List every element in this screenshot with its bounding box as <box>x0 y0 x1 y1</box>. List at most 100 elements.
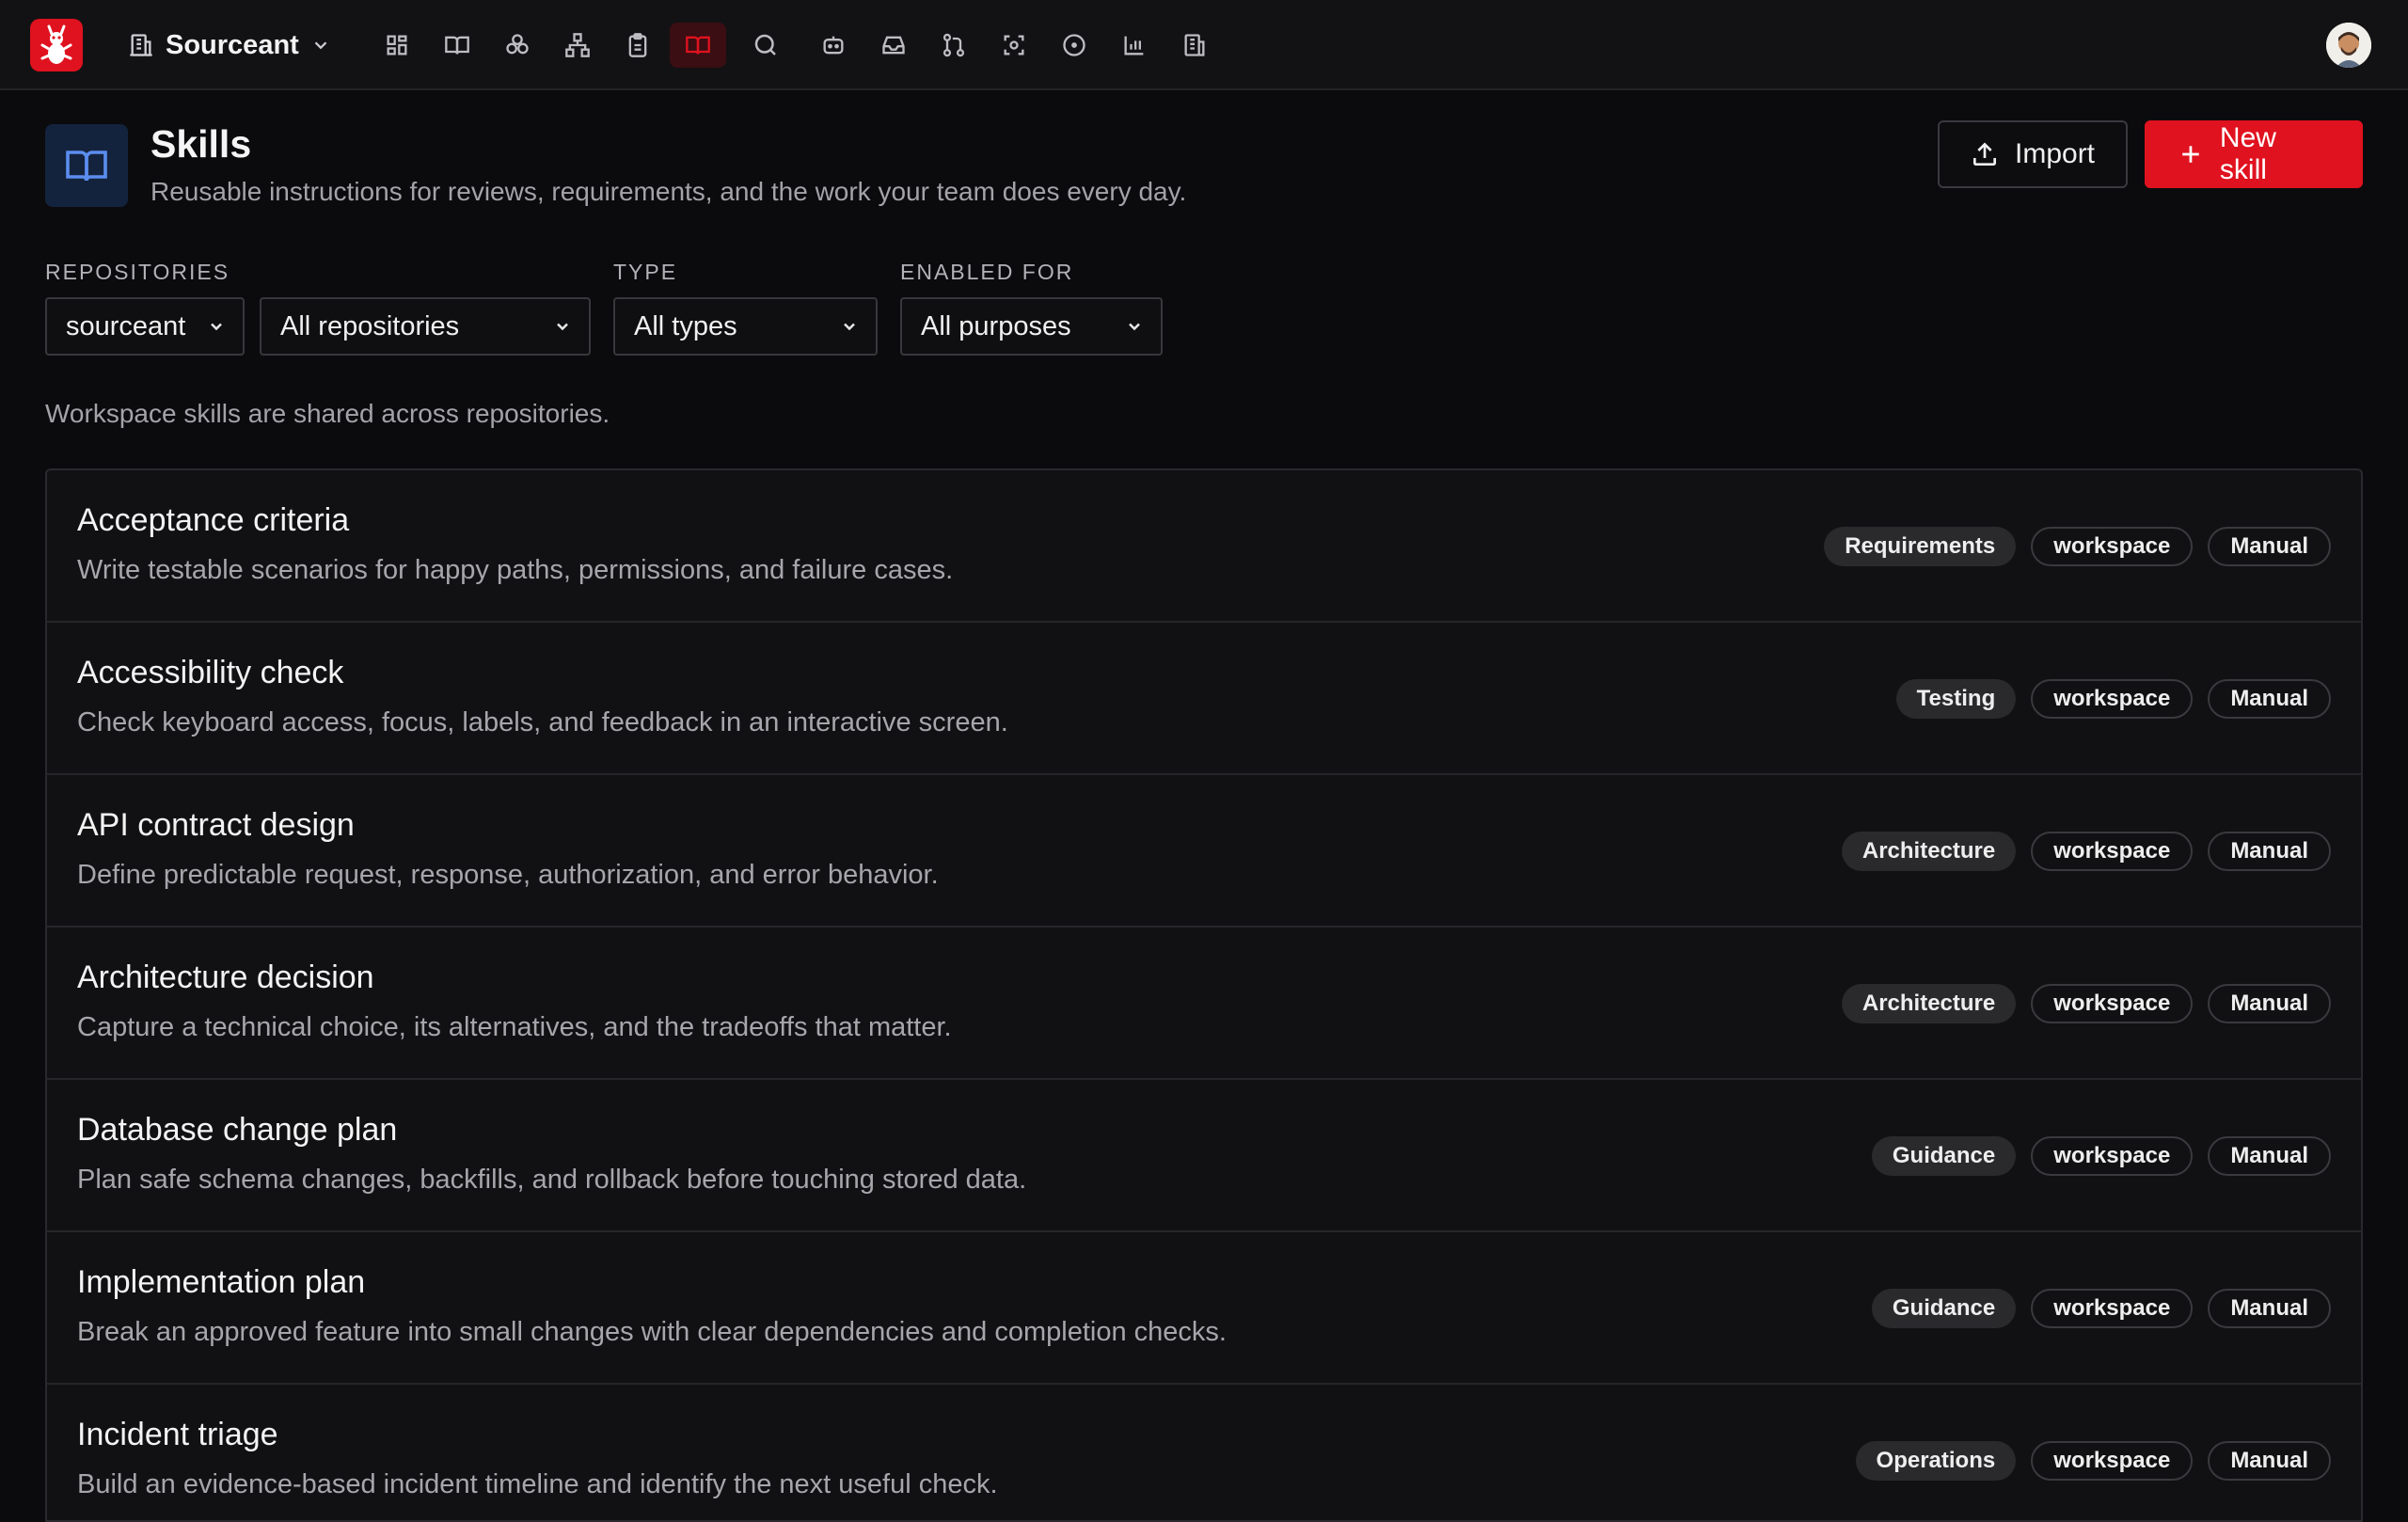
nav-dashboard[interactable] <box>369 23 425 68</box>
skill-badges: Architecture workspace Manual <box>1841 984 2331 1023</box>
nav-tasks[interactable] <box>610 23 666 68</box>
workspace-name: Sourceant <box>166 29 299 60</box>
upload-icon <box>1973 142 1996 166</box>
new-skill-button[interactable]: New skill <box>2145 120 2363 188</box>
scope-badge: workspace <box>2031 527 2194 566</box>
skill-row[interactable]: Acceptance criteria Write testable scena… <box>47 470 2361 623</box>
skill-description: Write testable scenarios for happy paths… <box>77 555 954 585</box>
app-logo[interactable] <box>30 19 83 71</box>
network-icon <box>565 33 590 57</box>
nav-architecture[interactable] <box>549 23 606 68</box>
book-open-icon <box>66 151 107 182</box>
mode-badge: Manual <box>2208 1136 2331 1176</box>
skills-book-icon <box>686 36 710 55</box>
boxes-icon <box>506 34 529 55</box>
chevron-down-icon <box>1129 323 1140 331</box>
skill-description: Break an approved feature into small cha… <box>77 1317 1227 1347</box>
chat-bot-icon <box>823 36 844 55</box>
book-icon <box>445 36 469 55</box>
avatar[interactable] <box>2326 23 2371 68</box>
dashboard-icon <box>387 35 407 55</box>
skills-list: Acceptance criteria Write testable scena… <box>45 468 2363 1522</box>
category-badge: Operations <box>1855 1441 2017 1481</box>
nav-pull-requests[interactable] <box>926 23 982 68</box>
skill-description: Check keyboard access, focus, labels, an… <box>77 707 1008 737</box>
type-select[interactable]: All types <box>613 297 878 356</box>
mode-badge: Manual <box>2208 1441 2331 1481</box>
repository-select-value: All repositories <box>280 310 460 341</box>
scope-badge: workspace <box>2031 679 2194 719</box>
category-badge: Guidance <box>1871 1289 2017 1328</box>
scope-badge: workspace <box>2031 832 2194 871</box>
type-filter-label: TYPE <box>613 260 678 284</box>
chevron-down-icon <box>314 41 327 50</box>
bar-chart-icon <box>1124 36 1144 55</box>
ant-logo-icon <box>40 24 72 64</box>
skill-badges: Guidance workspace Manual <box>1871 1289 2331 1328</box>
mode-badge: Manual <box>2208 984 2331 1023</box>
page-title: Skills <box>150 122 252 166</box>
nav-docs[interactable] <box>429 23 485 68</box>
nav-analytics[interactable] <box>1106 23 1163 68</box>
scan-icon <box>1004 35 1024 55</box>
chevron-down-icon <box>844 323 855 331</box>
top-bar: Sourceant <box>0 0 2408 90</box>
enabled-for-filter-label: ENABLED FOR <box>900 260 1074 284</box>
repository-select[interactable]: All repositories <box>260 297 591 356</box>
building-icon <box>1184 34 1205 56</box>
nav-inbox[interactable] <box>865 23 922 68</box>
skill-badges: Testing workspace Manual <box>1895 679 2331 719</box>
skill-row[interactable]: API contract design Define predictable r… <box>47 775 2361 927</box>
skill-title: API contract design <box>77 807 355 843</box>
clipboard-icon <box>628 33 647 57</box>
import-button[interactable]: Import <box>1938 120 2128 188</box>
skill-title: Acceptance criteria <box>77 502 350 538</box>
nav-assistant[interactable] <box>805 23 862 68</box>
main-nav <box>369 23 1227 68</box>
category-badge: Architecture <box>1841 984 2017 1023</box>
mode-badge: Manual <box>2208 832 2331 871</box>
scope-badge: workspace <box>2031 1441 2194 1481</box>
skill-description: Plan safe schema changes, backfills, and… <box>77 1165 1027 1195</box>
git-pull-request-icon <box>943 33 965 57</box>
scope-badge: workspace <box>2031 984 2194 1023</box>
chevron-down-icon <box>211 323 222 331</box>
skill-row[interactable]: Incident triage Build an evidence-based … <box>47 1385 2361 1520</box>
skill-row[interactable]: Accessibility check Check keyboard acces… <box>47 623 2361 775</box>
enabled-for-select[interactable]: All purposes <box>900 297 1163 356</box>
building-icon <box>130 34 152 56</box>
skill-description: Capture a technical choice, its alternat… <box>77 1012 952 1042</box>
type-select-value: All types <box>634 310 737 341</box>
mode-badge: Manual <box>2208 679 2331 719</box>
category-badge: Testing <box>1895 679 2017 719</box>
skill-title: Accessibility check <box>77 655 344 690</box>
skill-badges: Guidance workspace Manual <box>1871 1136 2331 1176</box>
plus-icon <box>2182 146 2199 163</box>
category-badge: Architecture <box>1841 832 2017 871</box>
category-badge: Guidance <box>1871 1136 2017 1176</box>
org-select[interactable]: sourceant <box>45 297 245 356</box>
nav-organization[interactable] <box>1166 23 1223 68</box>
workspace-info-text: Workspace skills are shared across repos… <box>45 399 610 428</box>
page-subtitle: Reusable instructions for reviews, requi… <box>150 177 1187 206</box>
skill-row[interactable]: Database change plan Plan safe schema ch… <box>47 1080 2361 1232</box>
nav-scan[interactable] <box>986 23 1042 68</box>
skill-title: Incident triage <box>77 1417 278 1452</box>
skill-row[interactable]: Architecture decision Capture a technica… <box>47 927 2361 1080</box>
skill-row[interactable]: Implementation plan Break an approved fe… <box>47 1232 2361 1385</box>
enabled-for-select-value: All purposes <box>921 310 1071 341</box>
nav-search[interactable] <box>737 23 794 68</box>
nav-issues[interactable] <box>1046 23 1102 68</box>
new-skill-button-label: New skill <box>2219 122 2276 185</box>
workspace-switcher[interactable]: Sourceant <box>128 24 331 66</box>
inbox-icon <box>882 36 905 55</box>
org-select-value: sourceant <box>66 310 186 341</box>
scope-badge: workspace <box>2031 1289 2194 1328</box>
chevron-down-icon <box>557 323 568 331</box>
nav-skills[interactable] <box>670 23 726 68</box>
skill-title: Architecture decision <box>77 959 374 995</box>
nav-components[interactable] <box>489 23 546 68</box>
skill-badges: Operations workspace Manual <box>1855 1441 2331 1481</box>
page-icon <box>45 124 128 207</box>
user-avatar-icon <box>2326 23 2371 68</box>
